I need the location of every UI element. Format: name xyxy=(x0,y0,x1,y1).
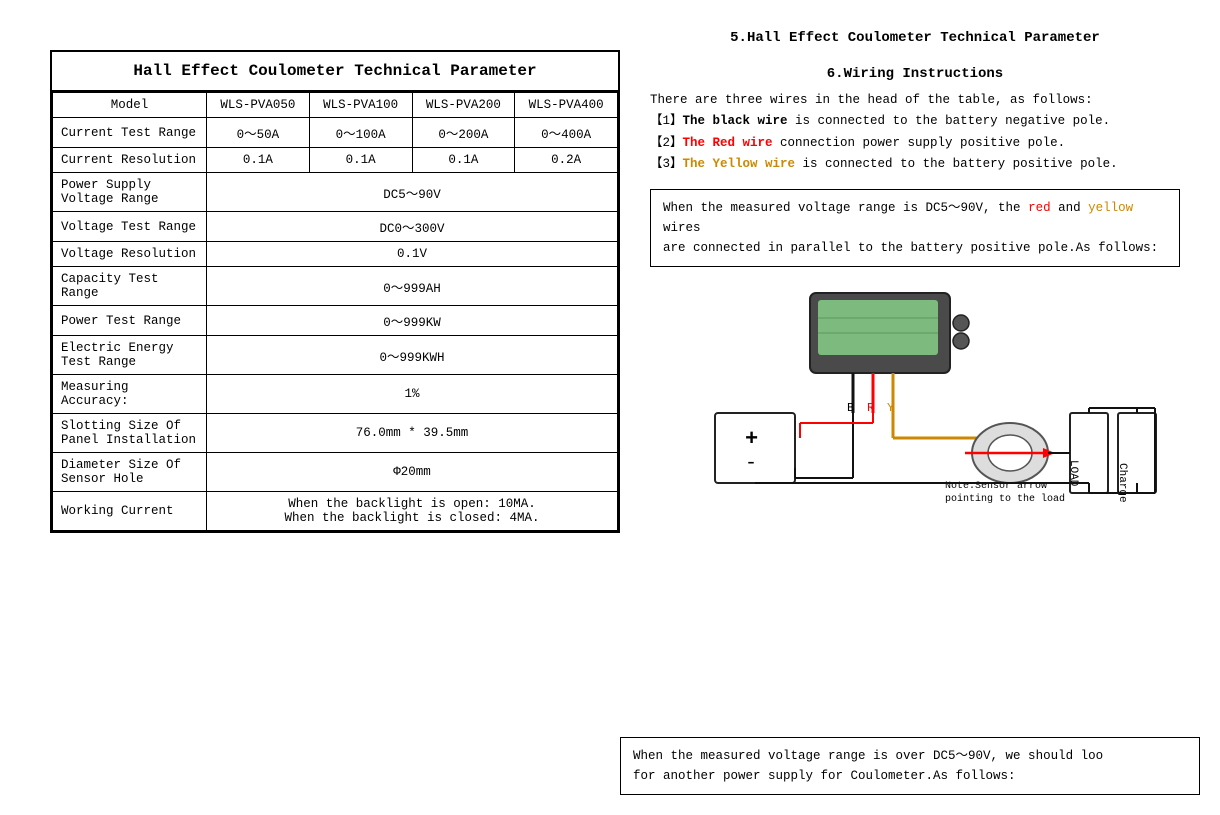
table-row-value: 0～400A xyxy=(515,118,618,148)
wire1-bracket: 【1】 xyxy=(650,114,683,128)
param-table: ModelWLS-PVA050WLS-PVA100WLS-PVA200WLS-P… xyxy=(52,92,618,531)
svg-text:B: B xyxy=(847,401,854,415)
table-row-value-span: 0～999AH xyxy=(207,267,618,306)
wire3-text: is connected to the battery positive pol… xyxy=(795,157,1118,171)
table-header-cell: WLS-PVA200 xyxy=(412,93,515,118)
table-row: Electric Energy Test Range0～999KWH xyxy=(53,336,618,375)
table-row-label: Diameter Size Of Sensor Hole xyxy=(53,453,207,492)
table-row-label: Current Resolution xyxy=(53,148,207,173)
table-row-value: 0.1A xyxy=(207,148,310,173)
page: Hall Effect Coulometer Technical Paramet… xyxy=(0,0,1220,815)
wire1-line: 【1】The black wire is connected to the ba… xyxy=(650,111,1180,132)
table-row: Voltage Test RangeDC0～300V xyxy=(53,212,618,242)
svg-text:R: R xyxy=(867,401,874,415)
table-row-value-span: 0～999KWH xyxy=(207,336,618,375)
table-row: Measuring Accuracy:1% xyxy=(53,375,618,414)
info-box1-and: and xyxy=(1058,201,1081,215)
table-row-label: Capacity Test Range xyxy=(53,267,207,306)
table-row-label: Measuring Accuracy: xyxy=(53,375,207,414)
table-row-label: Current Test Range xyxy=(53,118,207,148)
svg-text:-: - xyxy=(745,452,757,475)
table-row-value: 0～200A xyxy=(412,118,515,148)
table-row: Power Supply Voltage RangeDC5～90V xyxy=(53,173,618,212)
table-row-label: Electric Energy Test Range xyxy=(53,336,207,375)
table-row: Current Test Range0～50A0～100A0～200A0～400… xyxy=(53,118,618,148)
table-row-value: 0～50A xyxy=(207,118,310,148)
table-row-value-span: 76.0mm * 39.5mm xyxy=(207,414,618,453)
svg-text:+: + xyxy=(745,427,758,452)
wire3-line: 【3】The Yellow wire is connected to the b… xyxy=(650,154,1180,175)
table-row: Diameter Size Of Sensor HoleΦ20mm xyxy=(53,453,618,492)
diagram-container: B R Y + - xyxy=(650,283,1180,503)
wire3-bracket: 【3】 xyxy=(650,157,683,171)
wire2-label: The Red wire xyxy=(683,136,773,150)
table-row: Working CurrentWhen the backlight is ope… xyxy=(53,492,618,531)
info-box1-line1-pre: When the measured voltage range is DC5～9… xyxy=(663,201,1021,215)
section6-title: 6.Wiring Instructions xyxy=(650,66,1180,82)
info-box2-line1: When the measured voltage range is over … xyxy=(633,749,1103,763)
table-row: Voltage Resolution0.1V xyxy=(53,242,618,267)
table-row-value-span: DC0～300V xyxy=(207,212,618,242)
wire2-line: 【2】The Red wire connection power supply … xyxy=(650,133,1180,154)
table-header-cell: Model xyxy=(53,93,207,118)
table-row-label: Slotting Size Of Panel Installation xyxy=(53,414,207,453)
table-row-value-span: When the backlight is open: 10MA.When th… xyxy=(207,492,618,531)
table-title: Hall Effect Coulometer Technical Paramet… xyxy=(52,52,618,92)
info-box1-line2: are connected in parallel to the battery… xyxy=(663,241,1158,255)
table-row-label: Power Supply Voltage Range xyxy=(53,173,207,212)
table-row-label: Voltage Test Range xyxy=(53,212,207,242)
wiring-intro: There are three wires in the head of the… xyxy=(650,90,1180,111)
table-row-value-span: 0.1V xyxy=(207,242,618,267)
table-row-value: 0～100A xyxy=(309,118,412,148)
table-header-cell: WLS-PVA050 xyxy=(207,93,310,118)
wire2-text: connection power supply positive pole. xyxy=(773,136,1066,150)
table-row-value: 0.1A xyxy=(412,148,515,173)
table-row-value: 0.1A xyxy=(309,148,412,173)
section5-title: 5.Hall Effect Coulometer Technical Param… xyxy=(650,30,1180,46)
wiring-text: There are three wires in the head of the… xyxy=(650,90,1180,175)
table-row-label: Power Test Range xyxy=(53,306,207,336)
wire3-label: The Yellow wire xyxy=(683,157,796,171)
param-table-container: Hall Effect Coulometer Technical Paramet… xyxy=(50,50,620,533)
svg-text:Charger: Charger xyxy=(1116,463,1128,503)
wiring-diagram: B R Y + - xyxy=(655,283,1175,503)
table-row-value-span: DC5～90V xyxy=(207,173,618,212)
table-row-value-span: Φ20mm xyxy=(207,453,618,492)
wire1-text: is connected to the battery negative pol… xyxy=(788,114,1111,128)
wire1-label: The black wire xyxy=(683,114,788,128)
table-row: Power Test Range0～999KW xyxy=(53,306,618,336)
table-row-label: Working Current xyxy=(53,492,207,531)
table-row-value: 0.2A xyxy=(515,148,618,173)
right-panel: 5.Hall Effect Coulometer Technical Param… xyxy=(630,20,1200,795)
table-header-cell: WLS-PVA100 xyxy=(309,93,412,118)
table-row-value-span: 0～999KW xyxy=(207,306,618,336)
info-box2-line2: for another power supply for Coulometer.… xyxy=(633,769,1016,783)
table-row: Capacity Test Range0～999AH xyxy=(53,267,618,306)
svg-text:Y: Y xyxy=(887,401,894,415)
table-header-cell: WLS-PVA400 xyxy=(515,93,618,118)
svg-text:pointing to the load: pointing to the load xyxy=(945,493,1065,503)
info-box1-yellow: yellow xyxy=(1088,201,1133,215)
table-row: Slotting Size Of Panel Installation76.0m… xyxy=(53,414,618,453)
table-row-value-span: 1% xyxy=(207,375,618,414)
info-box1-line1-end: wires xyxy=(663,221,701,235)
table-row: Current Resolution0.1A0.1A0.1A0.2A xyxy=(53,148,618,173)
info-box2: When the measured voltage range is over … xyxy=(620,737,1200,795)
info-box1-red: red xyxy=(1028,201,1051,215)
left-panel: Hall Effect Coulometer Technical Paramet… xyxy=(20,20,630,795)
table-row-label: Voltage Resolution xyxy=(53,242,207,267)
wire2-bracket: 【2】 xyxy=(650,136,683,150)
info-box1: When the measured voltage range is DC5～9… xyxy=(650,189,1180,267)
